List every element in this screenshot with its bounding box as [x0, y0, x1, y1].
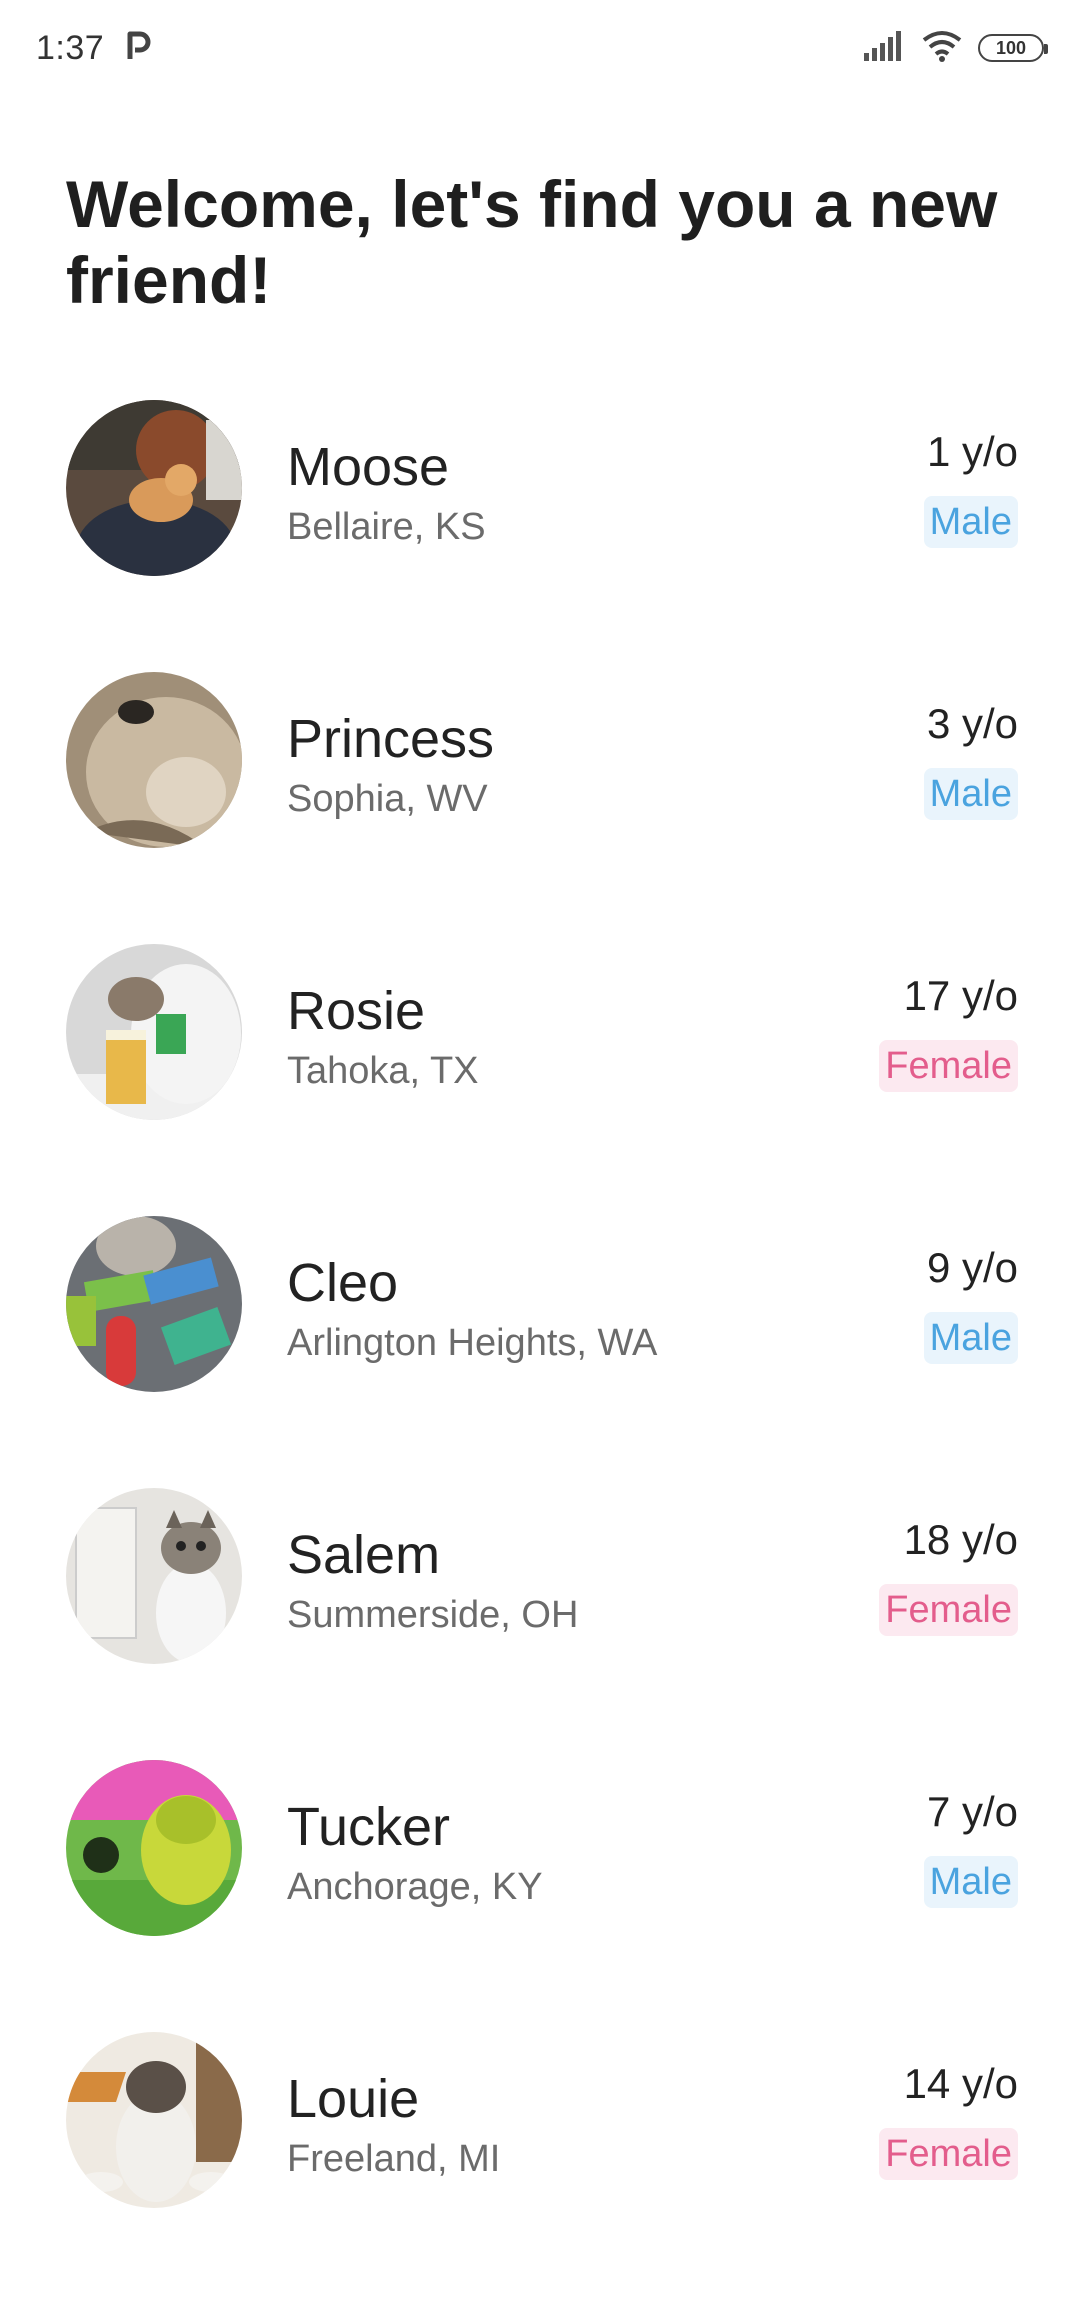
pet-list-item[interactable]: Louie Freeland, MI 14 y/o Female — [0, 2030, 1080, 2302]
battery-icon: 100 — [978, 34, 1048, 62]
gender-badge: Female — [879, 1040, 1018, 1092]
pet-location: Sophia, WV — [287, 778, 488, 820]
pet-avatar — [66, 1488, 242, 1664]
gender-badge: Female — [879, 2128, 1018, 2180]
pet-avatar — [66, 400, 242, 576]
pet-age: 1 y/o — [926, 428, 1018, 475]
gender-badge: Male — [923, 496, 1018, 548]
pet-list-item[interactable]: Moose Bellaire, KS 1 y/o Male — [0, 398, 1080, 670]
pet-name: Princess — [287, 709, 495, 769]
pet-location: Anchorage, KY — [287, 1866, 543, 1908]
pet-age: 17 y/o — [903, 972, 1018, 1019]
pet-age: 7 y/o — [926, 1788, 1018, 1835]
pet-location: Tahoka, TX — [287, 1050, 479, 1092]
pet-avatar — [66, 1216, 242, 1392]
gender-badge: Male — [923, 1856, 1018, 1908]
pet-list-item[interactable]: Rosie Tahoka, TX 17 y/o Female — [0, 942, 1080, 1214]
pet-name: Louie — [287, 2069, 420, 2129]
gender-badge: Female — [879, 1584, 1018, 1636]
pet-list-item[interactable]: Salem Summerside, OH 18 y/o Female — [0, 1486, 1080, 1758]
pet-avatar — [66, 2032, 242, 2208]
pet-list-item[interactable]: Cleo Arlington Heights, WA 9 y/o Male — [0, 1214, 1080, 1486]
gender-badge: Male — [923, 768, 1018, 820]
p-icon — [126, 31, 152, 66]
pet-age: 9 y/o — [926, 1244, 1018, 1291]
pet-name: Rosie — [287, 981, 426, 1041]
pet-age: 3 y/o — [926, 700, 1018, 747]
status-bar: 1:37 100 — [0, 0, 1080, 96]
pet-location: Freeland, MI — [287, 2138, 501, 2180]
page-title: Welcome, let's find you a new friend! — [66, 167, 998, 317]
pet-avatar — [66, 944, 242, 1120]
pet-list: Moose Bellaire, KS 1 y/o Male Princess S… — [0, 398, 1080, 2302]
pet-avatar — [66, 672, 242, 848]
pet-location: Summerside, OH — [287, 1594, 579, 1636]
pet-avatar — [66, 1760, 242, 1936]
pet-location: Arlington Heights, WA — [287, 1322, 658, 1364]
pet-location: Bellaire, KS — [287, 506, 486, 548]
pet-name: Cleo — [287, 1253, 399, 1313]
status-right: 100 — [864, 30, 1048, 67]
status-left: 1:37 — [36, 29, 152, 68]
pet-list-item[interactable]: Tucker Anchorage, KY 7 y/o Male — [0, 1758, 1080, 2030]
pet-name: Tucker — [287, 1797, 451, 1857]
gender-badge: Male — [923, 1312, 1018, 1364]
wifi-icon — [922, 30, 962, 67]
pet-age: 14 y/o — [903, 2060, 1018, 2107]
pet-age: 18 y/o — [903, 1516, 1018, 1563]
pet-list-item[interactable]: Princess Sophia, WV 3 y/o Male — [0, 670, 1080, 942]
pet-name: Salem — [287, 1525, 441, 1585]
cellular-signal-icon — [864, 30, 906, 66]
status-time: 1:37 — [36, 28, 105, 67]
pet-name: Moose — [287, 437, 450, 497]
